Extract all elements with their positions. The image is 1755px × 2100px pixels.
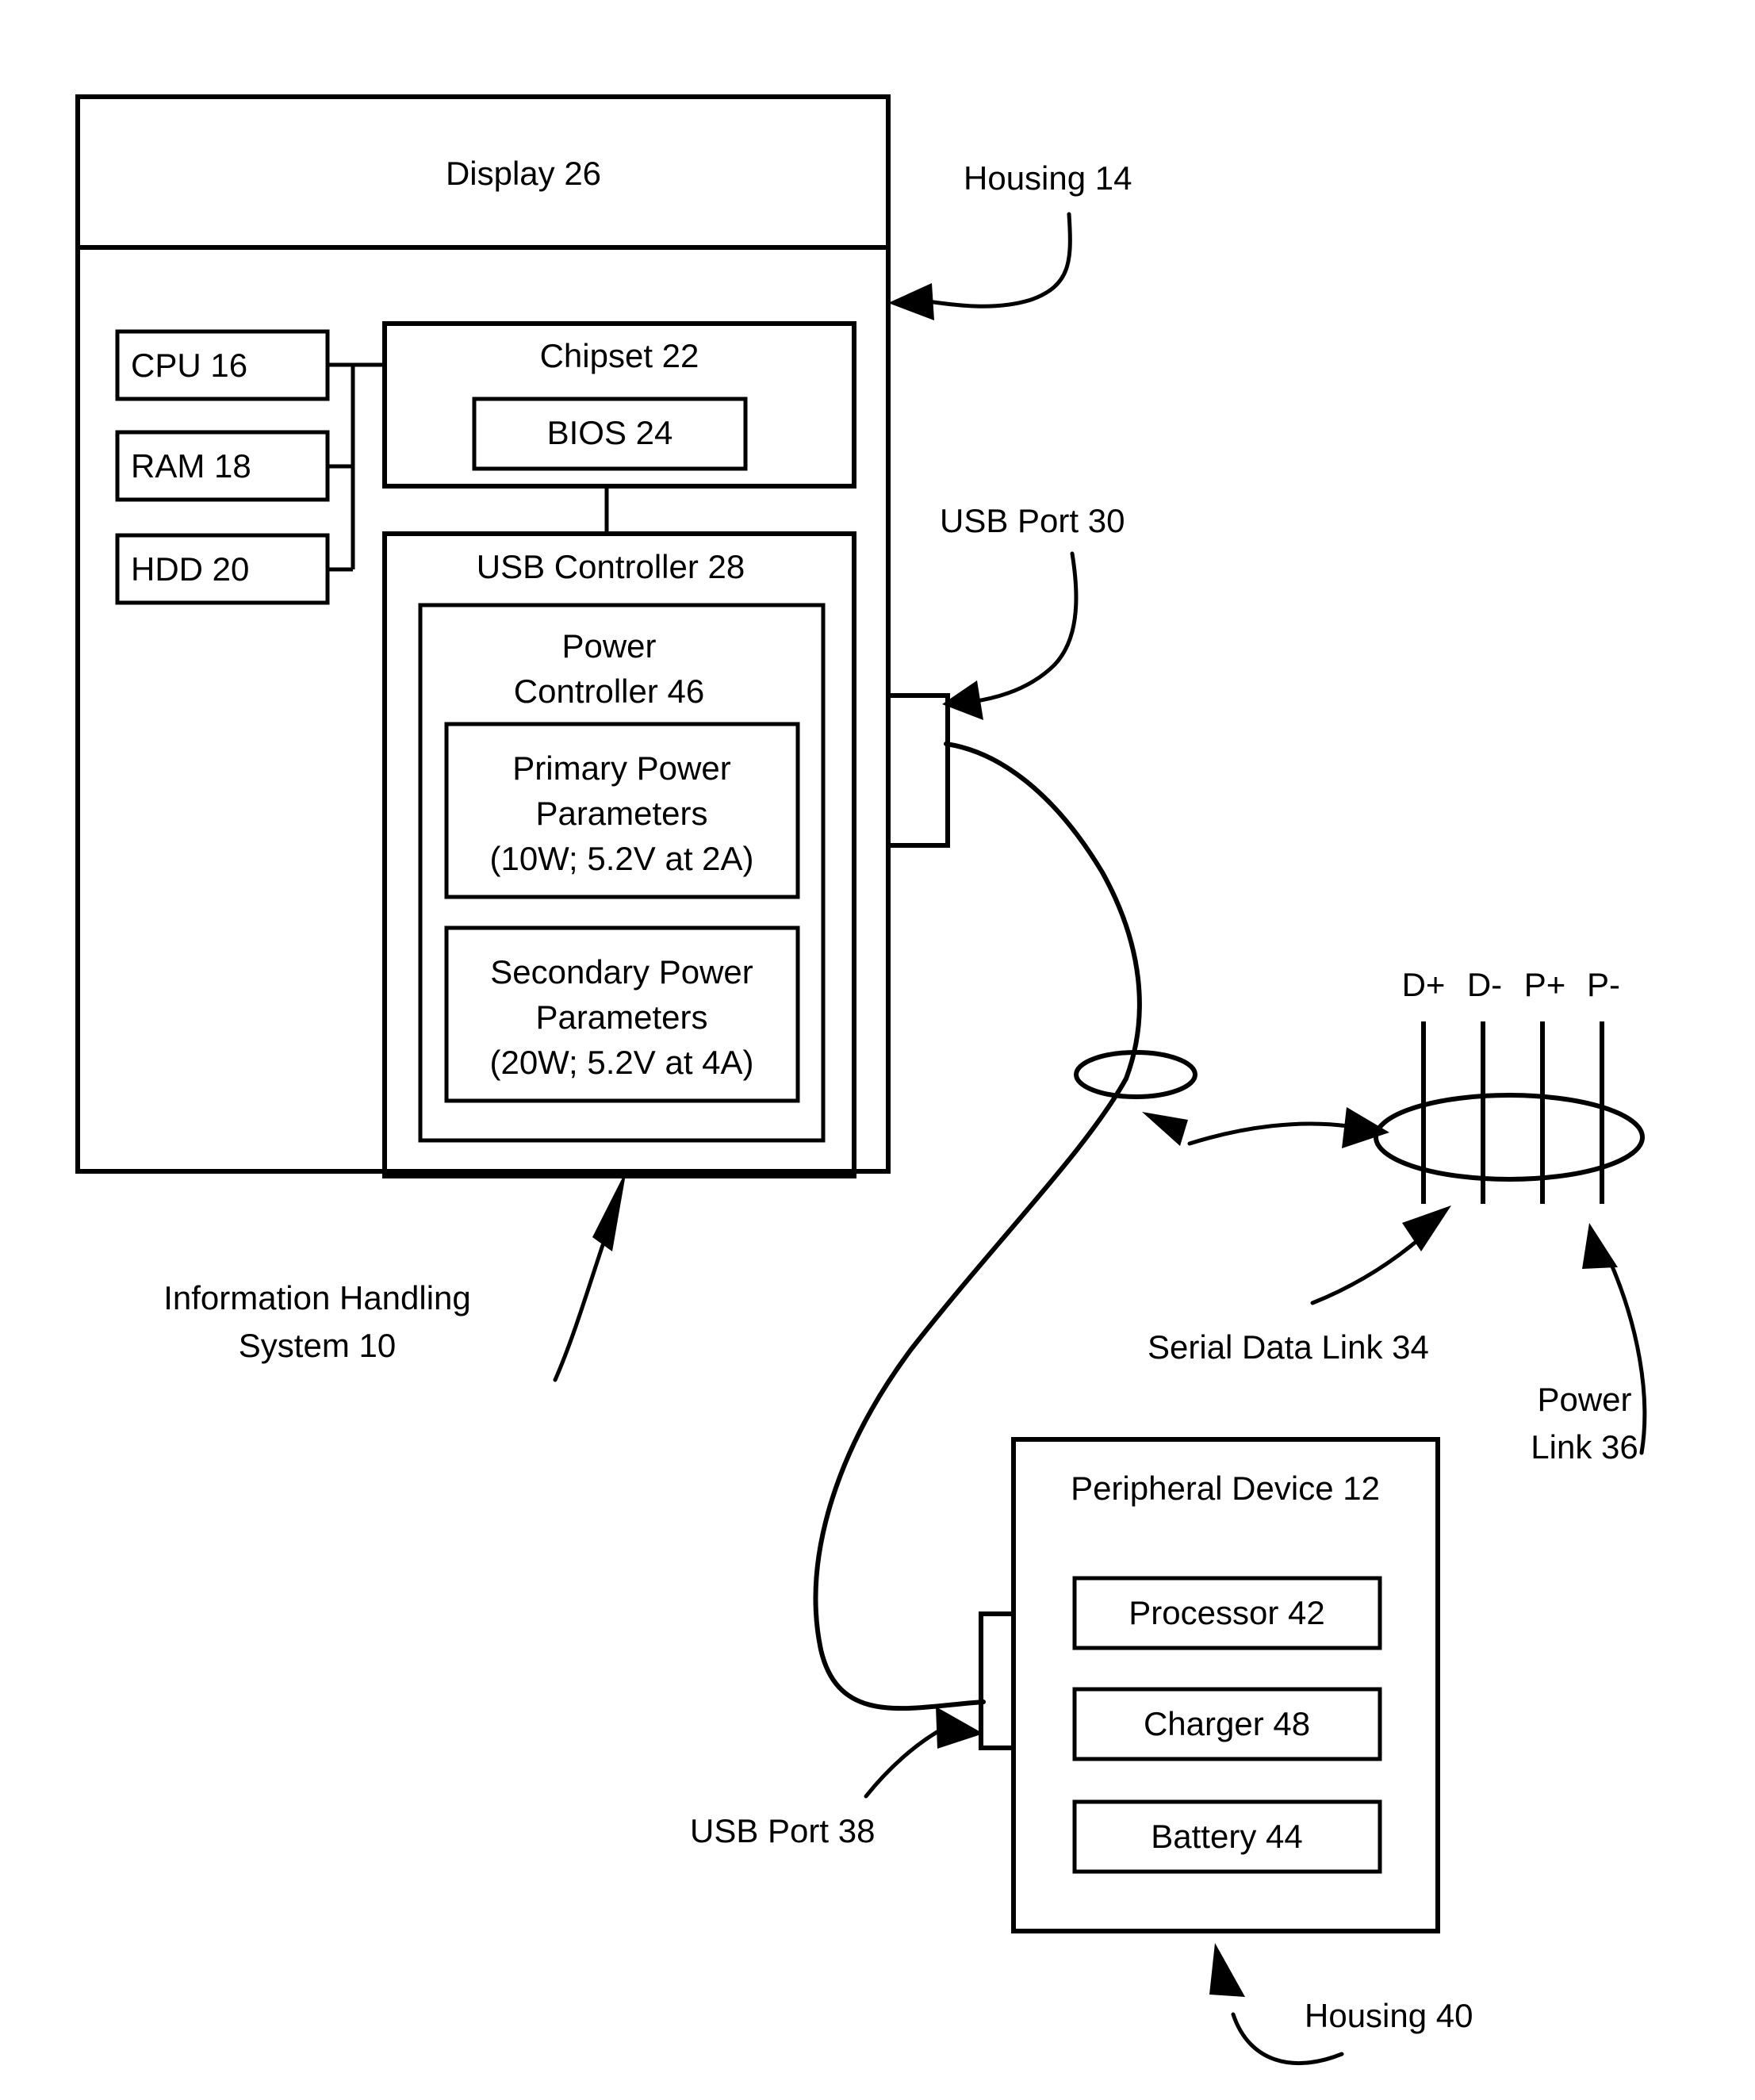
cpu-16-label: CPU 16 [131, 347, 247, 384]
power-link-callout: Power Link 36 [1531, 1223, 1647, 1466]
power-link-arrowhead [1582, 1223, 1618, 1269]
usb-port-30-label: USB Port 30 [940, 502, 1125, 539]
information-handling-system-group: Display 26 CPU 16 RAM 18 HDD 20 Chipset … [75, 94, 950, 1178]
housing-40-label: Housing 40 [1305, 1997, 1473, 2034]
information-handling-system-label-line-1: Information Handling [163, 1279, 471, 1316]
information-handling-system-callout: Information Handling System 10 [163, 1170, 627, 1382]
housing-14-callout: Housing 14 [888, 159, 1132, 320]
conductor-label-d-plus: D+ [1402, 966, 1446, 1003]
primary-power-parameters-line-1: Primary Power [512, 749, 730, 787]
usb-port-38-callout: USB Port 38 [690, 1707, 983, 1849]
usb-port-38-label: USB Port 38 [690, 1812, 875, 1849]
peripheral-device-12-box [1011, 1437, 1440, 1933]
chipset-22-label: Chipset 22 [540, 337, 699, 374]
power-link-label-line-2: Link 36 [1531, 1428, 1638, 1466]
conductor-label-p-plus: P+ [1524, 966, 1566, 1003]
usb-cable-upper [944, 742, 1142, 1081]
power-controller-46-label-line-1: Power [561, 627, 656, 665]
charger-48-label: Charger 48 [1144, 1705, 1310, 1742]
cable-to-bundle-connector [1142, 1107, 1389, 1148]
battery-44-label: Battery 44 [1151, 1818, 1302, 1855]
secondary-power-parameters-line-1: Secondary Power [490, 953, 753, 991]
housing-40-arrowhead [1209, 1943, 1245, 1997]
serial-data-link-callout: Serial Data Link 34 [1148, 1205, 1451, 1366]
housing-14-outer-box [75, 94, 891, 1174]
usb-port-38-connector [979, 1611, 1014, 1750]
primary-power-parameters-line-2: Parameters [535, 795, 707, 832]
peripheral-device-12-label: Peripheral Device 12 [1071, 1470, 1380, 1507]
power-controller-46-label-line-2: Controller 46 [514, 673, 704, 710]
usb-port-30-connector [888, 693, 950, 848]
patent-figure-canvas: Display 26 CPU 16 RAM 18 HDD 20 Chipset … [0, 0, 1755, 2100]
information-handling-system-label-line-2: System 10 [239, 1327, 396, 1364]
usb-cable-group [813, 742, 1142, 1711]
peripheral-device-group: Peripheral Device 12 Processor 42 Charge… [979, 1437, 1440, 1933]
serial-data-link-label: Serial Data Link 34 [1148, 1328, 1429, 1366]
usb-port-38-arrowhead [936, 1707, 983, 1749]
primary-power-parameters-line-3: (10W; 5.2V at 2A) [489, 840, 753, 877]
conductor-label-d-minus: D- [1467, 966, 1502, 1003]
usb-port-30-callout: USB Port 30 [940, 502, 1125, 720]
housing-14-label: Housing 14 [964, 159, 1132, 197]
cable-to-bundle-left-arrowhead [1142, 1112, 1188, 1146]
internal-bus-lines [328, 362, 385, 572]
processor-42-label: Processor 42 [1128, 1594, 1324, 1631]
cable-link-ellipse [1074, 1050, 1197, 1099]
usb-controller-28-label: USB Controller 28 [477, 548, 745, 585]
housing-40-callout: Housing 40 [1209, 1943, 1473, 2066]
conductor-bundle-group: D+ D- P+ P- [1374, 966, 1645, 1204]
information-handling-system-arrowhead [592, 1170, 627, 1251]
secondary-power-parameters-line-2: Parameters [535, 998, 707, 1036]
bios-24-label: BIOS 24 [547, 414, 673, 451]
hdd-20-label: HDD 20 [131, 550, 249, 588]
secondary-power-parameters-line-3: (20W; 5.2V at 4A) [489, 1044, 753, 1081]
ram-18-label: RAM 18 [131, 447, 251, 485]
display-26-label: Display 26 [446, 155, 601, 192]
usb-power-block-diagram: Display 26 CPU 16 RAM 18 HDD 20 Chipset … [75, 94, 1647, 2066]
conductor-label-p-minus: P- [1587, 966, 1620, 1003]
housing-14-arrowhead [888, 283, 934, 320]
power-link-label-line-1: Power [1537, 1381, 1631, 1418]
